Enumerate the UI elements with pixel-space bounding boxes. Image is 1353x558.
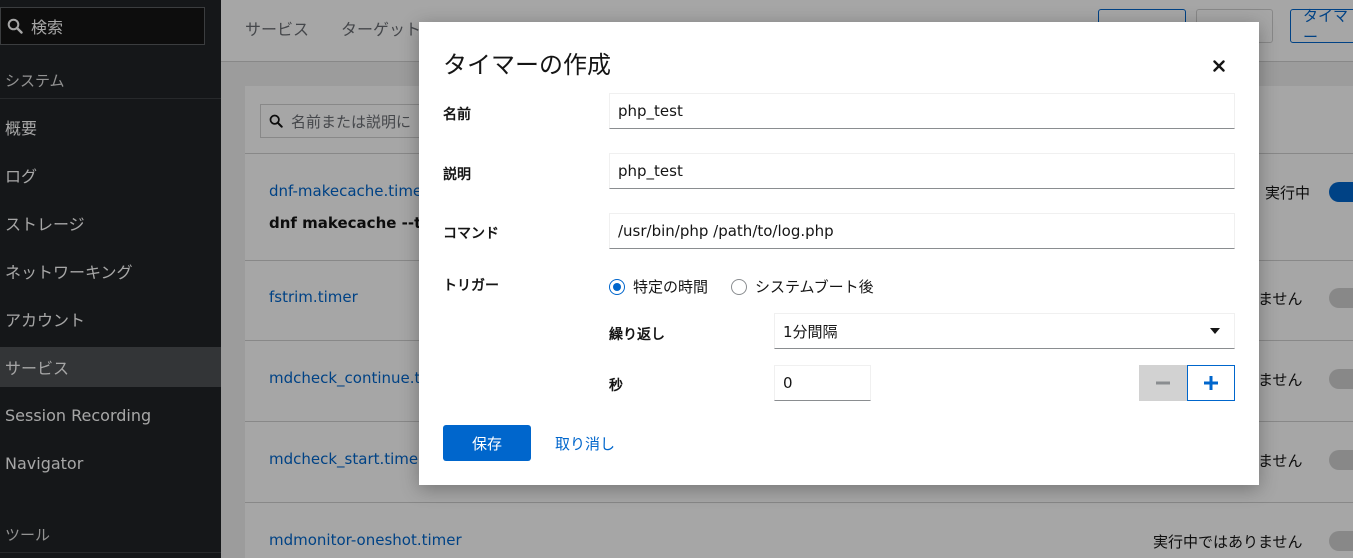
caret-down-icon [1210,328,1220,334]
close-icon [1213,60,1225,72]
name-input[interactable] [609,93,1235,129]
create-timer-dialog: タイマーの作成 名前 説明 コマンド トリガー 特定の時間 システムブート後 繰… [419,22,1259,485]
decrement-button[interactable] [1139,365,1187,401]
trigger-label: トリガー [443,278,499,294]
trigger-after-boot-radio[interactable]: システムブート後 [731,276,874,297]
repeat-label: 繰り返し [609,327,665,343]
command-label: コマンド [443,226,499,242]
cancel-link[interactable]: 取り消し [555,433,615,454]
description-input[interactable] [609,153,1235,189]
minus-icon [1156,381,1170,385]
repeat-selected-value: 1分間隔 [783,322,838,341]
seconds-label: 秒 [609,378,623,394]
close-button[interactable] [1205,52,1233,80]
increment-button[interactable] [1187,365,1235,401]
dialog-title: タイマーの作成 [443,51,611,79]
trigger-specific-time-radio[interactable]: 特定の時間 [609,276,708,297]
radio-label: システムブート後 [755,278,874,296]
radio-button [731,278,747,295]
command-input[interactable] [609,213,1235,249]
plus-icon [1204,376,1218,390]
radio-button-checked [609,278,625,295]
description-label: 説明 [443,167,471,183]
save-button[interactable]: 保存 [443,425,531,461]
name-label: 名前 [443,107,471,123]
seconds-input[interactable] [774,365,871,401]
radio-label: 特定の時間 [633,278,709,296]
repeat-select[interactable]: 1分間隔 [774,313,1235,349]
